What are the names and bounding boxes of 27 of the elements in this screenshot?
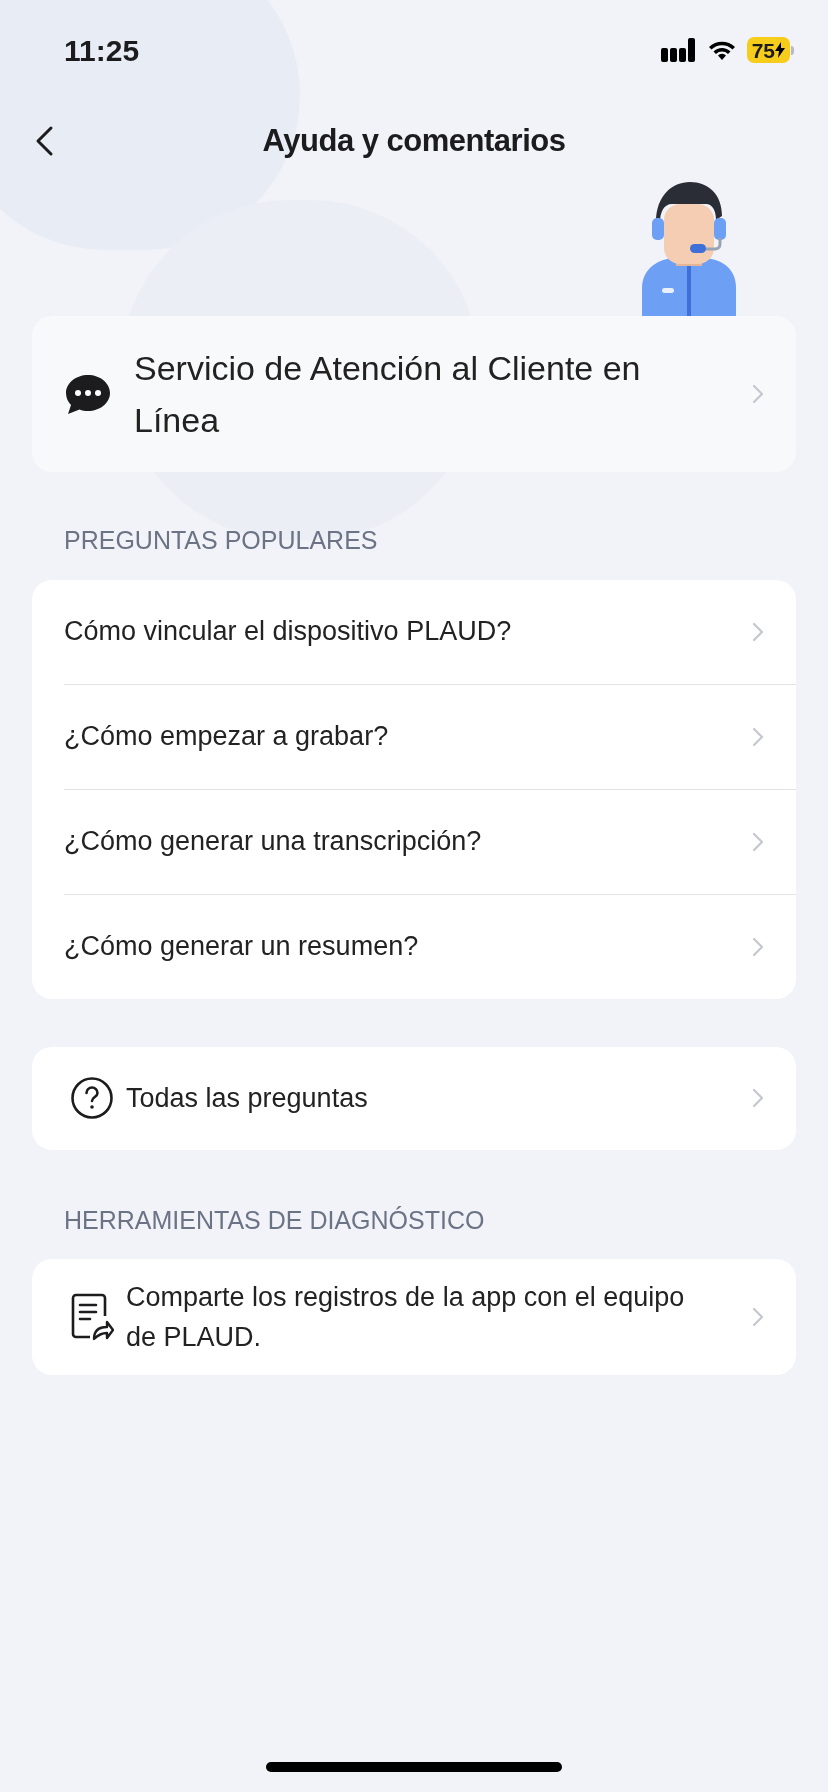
support-chat-card[interactable]: Servicio de Atención al Cliente en Línea — [32, 316, 796, 472]
section-heading: HERRAMIENTAS DE DIAGNÓSTICO — [64, 1204, 486, 1236]
document-share-icon — [70, 1293, 114, 1341]
all-questions-row[interactable]: Todas las preguntas — [32, 1046, 796, 1150]
question-row[interactable]: ¿Cómo generar una transcripción? — [64, 789, 796, 894]
status-time: 11:25 — [64, 32, 140, 69]
wifi-icon — [706, 39, 737, 61]
back-icon — [34, 125, 54, 157]
question-row[interactable]: Cómo vincular el dispositivo PLAUD? — [64, 579, 796, 684]
chevron-right-icon — [752, 726, 764, 747]
battery-level: 75 — [751, 39, 775, 61]
share-logs-row[interactable]: Comparte los registros de la app con el equipo de PLAUD. — [32, 1259, 796, 1375]
page-title: Ayuda y comentarios — [262, 121, 566, 160]
signal-icon — [660, 38, 697, 62]
chevron-right-icon — [752, 936, 764, 957]
help-icon — [70, 1076, 114, 1120]
question-row[interactable]: ¿Cómo empezar a grabar? — [64, 684, 796, 789]
chevron-right-icon — [752, 831, 764, 852]
chevron-right-icon — [752, 621, 764, 642]
chat-bubble-icon — [64, 373, 112, 415]
question-row[interactable]: ¿Cómo generar un resumen? — [64, 894, 796, 999]
section-heading: PREGUNTAS POPULARES — [64, 525, 379, 556]
support-chat-label: Servicio de Atención al Cliente en Línea — [134, 348, 642, 441]
chevron-right-icon — [752, 1307, 764, 1327]
chevron-right-icon — [752, 1088, 764, 1108]
chevron-right-icon — [752, 384, 764, 404]
charging-bolt-icon — [775, 42, 785, 58]
